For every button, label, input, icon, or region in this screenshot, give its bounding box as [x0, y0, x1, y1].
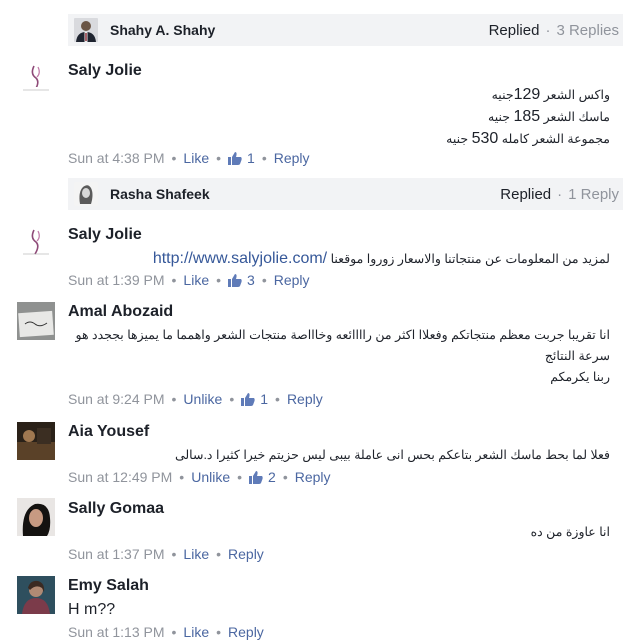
like-button[interactable]: Like [183, 624, 209, 640]
separator-dot: • [171, 624, 177, 640]
comment-author[interactable]: Saly Jolie [68, 226, 142, 244]
separator-dot: • [171, 272, 177, 288]
avatar[interactable] [17, 576, 55, 614]
separator-dot: • [261, 272, 267, 288]
like-count[interactable]: 1 [260, 391, 268, 407]
separator-dot: • [216, 624, 222, 640]
like-button[interactable]: Like [183, 150, 209, 166]
reply-count[interactable]: 1 Reply [568, 186, 619, 203]
reply-button[interactable]: Reply [295, 469, 331, 485]
timestamp[interactable]: Sun at 1:13 PM [68, 624, 165, 640]
timestamp[interactable]: Sun at 12:49 PM [68, 469, 172, 485]
line-text: جنيه [446, 132, 472, 146]
comment-text: لمزيد من المعلومات عن منتجاتنا والاسعار … [68, 248, 610, 270]
comment-line: واكس الشعر 129جنيه [68, 84, 610, 106]
line-text: جنيه [488, 110, 514, 124]
price-value: 129 [513, 86, 541, 103]
reply-button[interactable]: Reply [287, 391, 323, 407]
separator-dot: • [171, 546, 177, 562]
comment-author[interactable]: Sally Gomaa [68, 500, 164, 518]
comment-line: انا تقريبا جربت معظم منتجاتكم وفعلاا اكث… [75, 328, 610, 342]
like-count[interactable]: 1 [247, 150, 255, 166]
reply-preview[interactable]: Shahy A. Shahy Replied · 3 Replies [68, 14, 623, 46]
avatar[interactable] [17, 224, 55, 262]
comment-line: مجموعة الشعر كامله 530 جنيه [68, 128, 610, 150]
avatar[interactable] [17, 60, 55, 98]
timestamp[interactable]: Sun at 1:37 PM [68, 546, 165, 562]
like-button[interactable]: Like [183, 272, 209, 288]
timestamp[interactable]: Sun at 4:38 PM [68, 150, 165, 166]
thumbs-up-icon [241, 392, 255, 406]
separator-dot: • [237, 469, 243, 485]
price-value: 530 [471, 130, 499, 147]
price-value: 185 [513, 108, 541, 125]
reply-preview[interactable]: Rasha Shafeek Replied · 1 Reply [68, 178, 623, 210]
avatar[interactable] [17, 498, 55, 536]
reply-button[interactable]: Reply [228, 546, 264, 562]
separator-dot: • [282, 469, 288, 485]
comment-text: انا تقريبا جربت معظم منتجاتكم وفعلاا اكث… [68, 325, 610, 388]
reply-author-name[interactable]: Shahy A. Shahy [110, 22, 215, 38]
avatar[interactable] [74, 182, 98, 206]
line-text: جنيه [491, 88, 514, 102]
replied-label: Replied [500, 185, 552, 203]
reply-button[interactable]: Reply [228, 624, 264, 640]
comment-author[interactable]: Saly Jolie [68, 62, 142, 80]
unlike-button[interactable]: Unlike [191, 469, 230, 485]
line-text: ماسك الشعر [540, 110, 610, 124]
reply-button[interactable]: Reply [274, 272, 310, 288]
comment-text: فعلا لما بحط ماسك الشعر بتاعكم بحس انى ع… [174, 448, 610, 462]
like-button[interactable]: Like [183, 546, 209, 562]
like-count[interactable]: 3 [247, 272, 255, 288]
thumbs-up-icon [249, 470, 263, 484]
comment-text: انا عاوزة من ده [530, 525, 610, 539]
reply-button[interactable]: Reply [274, 150, 310, 166]
thumbs-up-icon [228, 151, 242, 165]
timestamp[interactable]: Sun at 9:24 PM [68, 391, 165, 407]
unlike-button[interactable]: Unlike [183, 391, 222, 407]
comment-meta: Sun at 4:38 PM • Like • 1 • Reply [68, 150, 310, 166]
separator-dot: • [171, 150, 177, 166]
avatar[interactable] [74, 18, 98, 42]
reply-author-name[interactable]: Rasha Shafeek [110, 186, 210, 202]
avatar[interactable] [17, 422, 55, 460]
reply-status[interactable]: Replied · 1 Reply [500, 186, 619, 203]
comment-meta: Sun at 1:13 PM • Like • Reply [68, 624, 264, 640]
separator-dot: • [216, 150, 222, 166]
separator-dot: • [261, 150, 267, 166]
website-link[interactable]: http://www.salyjolie.com/ [153, 250, 327, 267]
timestamp[interactable]: Sun at 1:39 PM [68, 272, 165, 288]
comment-meta: Sun at 9:24 PM • Unlike • 1 • Reply [68, 391, 323, 407]
reply-count[interactable]: 3 Replies [556, 22, 619, 39]
separator-dot: • [171, 391, 177, 407]
comment-line: ماسك الشعر 185 جنيه [68, 106, 610, 128]
separator-dot: · [557, 185, 563, 203]
comment-meta: Sun at 1:39 PM • Like • 3 • Reply [68, 272, 310, 288]
thumbs-up-icon [228, 273, 242, 287]
separator-dot: • [275, 391, 280, 407]
separator-dot: · [545, 21, 551, 39]
replied-label: Replied [488, 21, 540, 39]
comment-text: H m?? [68, 601, 116, 618]
comment-text: واكس الشعر 129جنيه ماسك الشعر 185 جنيه م… [68, 84, 610, 150]
comment-meta: Sun at 12:49 PM • Unlike • 2 • Reply [68, 469, 331, 485]
line-text: واكس الشعر [540, 88, 610, 102]
separator-dot: • [216, 546, 222, 562]
comment-author[interactable]: Amal Abozaid [68, 303, 173, 321]
line-text: لمزيد من المعلومات عن منتجاتنا والاسعار … [330, 252, 610, 266]
separator-dot: • [179, 469, 185, 485]
reply-status[interactable]: Replied · 3 Replies [489, 22, 619, 39]
comment-meta: Sun at 1:37 PM • Like • Reply [68, 546, 264, 562]
line-text: مجموعة الشعر كامله [498, 132, 610, 146]
like-count[interactable]: 2 [268, 469, 276, 485]
avatar[interactable] [17, 302, 55, 340]
separator-dot: • [229, 391, 235, 407]
comment-line: ربنا يكرمكم [550, 370, 610, 384]
comment-line: سرعة النتائج [544, 349, 610, 363]
comment-author[interactable]: Emy Salah [68, 577, 149, 595]
comment-author[interactable]: Aia Yousef [68, 423, 149, 441]
comment-thread: Shahy A. Shahy Replied · 3 Replies Saly Jo… [0, 0, 640, 640]
separator-dot: • [216, 272, 222, 288]
